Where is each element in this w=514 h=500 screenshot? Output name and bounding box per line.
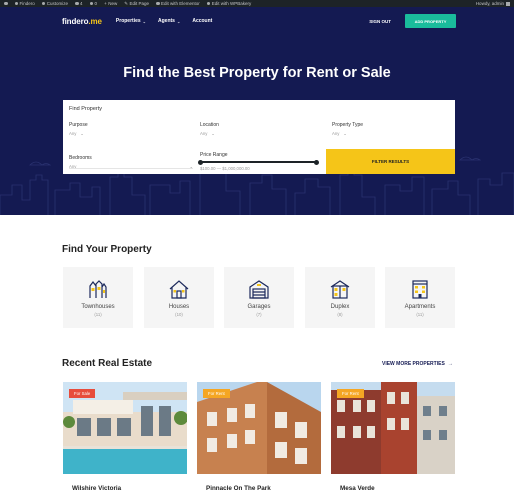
wordpress-icon (4, 1, 8, 6)
new-content-link[interactable]: + New (104, 1, 117, 6)
category-name: Duplex (330, 304, 350, 310)
comment-icon (89, 1, 94, 6)
listing-card-mesa-verde[interactable]: For Rent Mesa Verde (331, 382, 455, 500)
recent-real-estate-heading: Recent Real Estate (62, 358, 153, 369)
search-form-title: Find Property (69, 106, 103, 112)
listing-title[interactable]: Mesa Verde (340, 485, 375, 492)
purpose-label: Purpose (69, 122, 88, 128)
property-type-select[interactable]: Any ⌄ (332, 131, 347, 136)
property-type-label: Property Type (332, 122, 364, 128)
location-label: Location (200, 122, 219, 128)
category-tile-duplex[interactable]: Duplex (8) (305, 267, 375, 328)
chevron-down-icon: ⌄ (176, 18, 181, 24)
apartment-icon (412, 280, 428, 299)
avatar (506, 1, 510, 6)
edit-page-link[interactable]: ✎ Edit Page (124, 1, 149, 7)
garage-icon (249, 280, 269, 299)
updates-link[interactable]: 4 (75, 1, 83, 6)
hero-title: Find the Best Property for Rent or Sale (123, 65, 391, 81)
chevron-down-icon: ⌄ (80, 131, 84, 136)
category-count: (11) (416, 312, 424, 317)
category-name: Garages (247, 304, 271, 310)
nav-item-account[interactable]: Account (192, 18, 212, 24)
house-icon (169, 280, 189, 299)
bedrooms-divider (69, 168, 193, 169)
brush-icon (41, 1, 46, 6)
filter-results-button[interactable]: FILTER RESULTS (326, 149, 455, 174)
customize-link[interactable]: Customize (41, 1, 68, 6)
wordpress-menu[interactable] (4, 1, 8, 6)
nav-menu: Properties ⌄ Agents ⌄ Account (116, 18, 212, 24)
main-navigation: findero.me Properties ⌄ Agents ⌄ Account S… (62, 14, 456, 28)
comments-link[interactable]: 0 (89, 1, 97, 6)
status-badge: For Sale (69, 389, 96, 398)
category-count: (8) (337, 312, 343, 317)
pencil-icon: ✎ (124, 0, 128, 6)
home-icon (14, 1, 18, 6)
status-badge: For Rent (337, 389, 364, 398)
price-min-handle[interactable] (198, 159, 203, 165)
category-tile-townhouses[interactable]: Townhouses (11) (63, 267, 133, 328)
price-range-label: Price Range (200, 152, 228, 158)
category-name: Townhouses (81, 304, 115, 310)
location-select[interactable]: Any ⌄ (200, 131, 215, 136)
listing-card-pinnacle-on-the-park[interactable]: For Rent Pinnacle On The Park (197, 382, 321, 500)
category-count: (11) (94, 312, 102, 317)
bedrooms-label: Bedrooms (69, 155, 92, 161)
elementor-icon (156, 1, 160, 6)
sign-out-link[interactable]: SIGN OUT (369, 19, 391, 24)
category-count: (7) (256, 312, 262, 317)
arrow-right-icon: → (447, 361, 453, 367)
user-account-menu[interactable]: Howdy, admin (476, 1, 510, 6)
plus-icon: + (104, 1, 107, 6)
edit-elementor-link[interactable]: Edit with Elementor (156, 1, 200, 6)
duplex-icon (330, 280, 350, 299)
add-property-button[interactable]: ADD PROPERTY (405, 14, 456, 28)
wp-admin-bar: Findero Customize 4 0 + New ✎ Edit Page Ed… (0, 0, 514, 7)
site-name-link[interactable]: Findero (14, 1, 35, 6)
view-more-properties-link[interactable]: VIEW MORE PROPERTIES → (382, 361, 453, 367)
nav-item-agents[interactable]: Agents ⌄ (158, 18, 180, 24)
chevron-down-icon: ⌄ (142, 18, 147, 24)
category-name: Houses (168, 304, 190, 310)
find-property-heading: Find Your Property (62, 244, 152, 255)
refresh-icon (75, 1, 79, 6)
category-tile-apartments[interactable]: Apartments (11) (385, 267, 455, 328)
site-logo[interactable]: findero.me (62, 17, 102, 26)
listing-title[interactable]: Wilshire Victoria (72, 485, 121, 492)
chevron-down-icon: ⌄ (211, 131, 215, 136)
purpose-select[interactable]: Any ⌄ (69, 131, 84, 136)
townhouse-icon (89, 280, 107, 298)
category-name: Apartments (404, 304, 436, 310)
price-range-slider[interactable] (198, 159, 319, 165)
category-tile-houses[interactable]: Houses (10) (144, 267, 214, 328)
nav-item-properties[interactable]: Properties ⌄ (116, 18, 146, 24)
category-count: (10) (175, 312, 183, 317)
chevron-down-icon: ⌄ (343, 131, 347, 136)
status-badge: For Rent (203, 389, 230, 398)
listing-card-wilshire-victoria[interactable]: For Sale Wilshire Victoria (63, 382, 187, 500)
listing-title[interactable]: Pinnacle On The Park (206, 485, 271, 492)
edit-wpbakery-link[interactable]: Edit with WPBakery (206, 1, 251, 6)
property-search-form: Find Property Purpose Any ⌄ Location Any ⌄… (63, 100, 455, 174)
price-max-handle[interactable] (314, 159, 319, 165)
hero-section: findero.me Properties ⌄ Agents ⌄ Account S… (0, 7, 514, 215)
price-range-value: $100.00 — $1,000,000.00 (200, 166, 250, 171)
wpbakery-icon (206, 1, 211, 6)
category-tile-garages[interactable]: Garages (7) (224, 267, 294, 328)
